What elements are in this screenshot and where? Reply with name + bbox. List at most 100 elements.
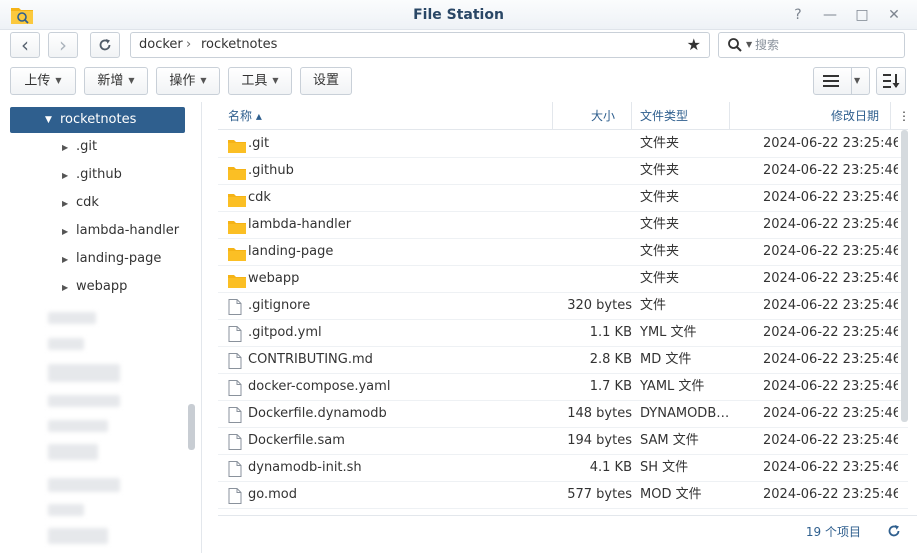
tree-item-label: rocketnotes (60, 112, 137, 127)
file-row[interactable]: Dockerfile.dynamodb 148 bytes DYNAMODB … 20… (218, 401, 908, 428)
sort-button[interactable] (876, 67, 906, 95)
collapsed-arrow-icon[interactable]: ▶ (62, 166, 76, 186)
file-row[interactable]: .github 文件夹 2024-06-22 23:25:46 (218, 158, 908, 185)
file-row[interactable]: cdk 文件夹 2024-06-22 23:25:46 (218, 185, 908, 212)
refresh-icon[interactable] (887, 524, 901, 538)
path-separator-icon: › (186, 37, 192, 52)
collapsed-arrow-icon[interactable]: ▶ (62, 138, 76, 158)
file-type: 文件夹 (640, 244, 680, 259)
file-row[interactable]: dynamodb-init.sh 4.1 KB SH 文件 2024-06-22 23… (218, 455, 908, 482)
create-button[interactable]: 新增 ▼ (84, 67, 148, 95)
column-options-icon[interactable]: ⋮ (898, 102, 908, 130)
item-count: 19 个项目 (805, 525, 861, 539)
search-input[interactable] (755, 36, 895, 54)
file-row[interactable]: CONTRIBUTING.md 2.8 KB MD 文件 2024-06-22 23:… (218, 347, 908, 374)
file-row[interactable]: .git 文件夹 2024-06-22 23:25:46 (218, 131, 908, 158)
file-name: .gitignore (248, 298, 311, 313)
chevron-down-icon: ▼ (55, 76, 62, 85)
search-icon[interactable] (727, 37, 743, 53)
file-row[interactable]: lambda-handler 文件夹 2024-06-22 23:25:46 (218, 212, 908, 239)
upload-button[interactable]: 上传 ▼ (10, 67, 76, 95)
redacted-tree-item (48, 478, 120, 492)
collapsed-arrow-icon[interactable]: ▶ (62, 278, 76, 298)
column-header-row: 名称 ▴ 大小 文件类型 修改日期 ⋮ (218, 102, 908, 130)
file-name: landing-page (248, 244, 334, 259)
column-header-type[interactable]: 文件类型 (640, 102, 688, 130)
expanded-arrow-icon[interactable]: ▼ (45, 107, 52, 133)
status-bar: 19 个项目 (218, 515, 917, 553)
file-size: 1.1 KB (589, 325, 632, 340)
file-modified-date: 2024-06-22 23:25:46 (763, 433, 898, 448)
path-segment-rocketnotes[interactable]: rocketnotes (201, 33, 277, 57)
redacted-tree-item (48, 338, 84, 350)
collapsed-arrow-icon[interactable]: ▶ (62, 250, 76, 270)
file-row[interactable]: .gitignore 320 bytes 文件 2024-06-22 23:25:46 (218, 293, 908, 320)
window-title: File Station (413, 7, 504, 23)
chevron-down-icon: ▼ (272, 76, 279, 85)
redacted-tree-item (48, 504, 84, 516)
file-type: 文件夹 (640, 190, 680, 205)
file-name: lambda-handler (248, 217, 352, 232)
back-button[interactable]: ‹ (10, 32, 40, 58)
search-box[interactable]: ▼ (718, 32, 905, 58)
collapsed-arrow-icon[interactable]: ▶ (62, 222, 76, 242)
tree-item-landing-page[interactable]: ▶ landing-page (62, 249, 161, 269)
file-name: go.mod (248, 487, 297, 502)
tree-item-webapp[interactable]: ▶ webapp (62, 277, 127, 297)
settings-button[interactable]: 设置 (300, 67, 352, 95)
file-type: 文件夹 (640, 271, 680, 286)
chevron-right-icon: › (59, 33, 67, 57)
column-header-name[interactable]: 名称 ▴ (228, 102, 262, 130)
tree-item-github[interactable]: ▶ .github (62, 165, 122, 185)
column-header-size[interactable]: 大小 (591, 102, 615, 130)
file-row[interactable]: go.mod 577 bytes MOD 文件 2024-06-22 23:25:46 (218, 482, 908, 509)
refresh-button[interactable] (90, 32, 120, 58)
file-row[interactable]: landing-page 文件夹 2024-06-22 23:25:46 (218, 239, 908, 266)
tree-item-lambda-handler[interactable]: ▶ lambda-handler (62, 221, 179, 241)
forward-button[interactable]: › (48, 32, 78, 58)
file-row[interactable]: docker-compose.yaml 1.7 KB YAML 文件 2024-06-… (218, 374, 908, 401)
column-divider[interactable] (729, 102, 730, 130)
title-bar: File Station ? — □ ✕ (0, 0, 917, 30)
file-modified-date: 2024-06-22 23:25:46 (763, 487, 898, 502)
tree-item-rocketnotes[interactable]: ▼ rocketnotes (10, 107, 185, 133)
file-size: 577 bytes (567, 487, 632, 502)
redacted-tree-item (48, 395, 120, 407)
action-button[interactable]: 操作 ▼ (156, 67, 220, 95)
folder-tree: ▼ rocketnotes ▶ .git ▶ .github ▶ cdk ▶ lambd… (0, 102, 202, 553)
view-mode-button[interactable]: ▼ (813, 67, 870, 95)
path-bar[interactable]: docker › rocketnotes ★ (130, 32, 710, 58)
tools-button[interactable]: 工具 ▼ (228, 67, 292, 95)
collapsed-arrow-icon[interactable]: ▶ (62, 194, 76, 214)
sidebar-scrollbar[interactable] (188, 404, 195, 450)
file-row[interactable]: Dockerfile.sam 194 bytes SAM 文件 2024-06-22 … (218, 428, 908, 455)
file-type: YML 文件 (640, 325, 697, 340)
file-type: YAML 文件 (640, 379, 705, 394)
favorite-star-icon[interactable]: ★ (687, 33, 701, 57)
file-name: .github (248, 163, 294, 178)
file-modified-date: 2024-06-22 23:25:46 (763, 190, 898, 205)
file-modified-date: 2024-06-22 23:25:46 (763, 271, 898, 286)
chevron-down-icon[interactable]: ▼ (746, 33, 752, 57)
file-size: 320 bytes (567, 298, 632, 313)
file-name: .gitpod.yml (248, 325, 322, 340)
list-view-icon (823, 75, 839, 87)
file-type: MD 文件 (640, 352, 692, 367)
minimize-button[interactable]: — (820, 5, 840, 25)
file-list-scrollbar[interactable] (901, 130, 908, 422)
close-button[interactable]: ✕ (884, 5, 904, 25)
column-header-date[interactable]: 修改日期 (831, 102, 879, 130)
tree-item-git[interactable]: ▶ .git (62, 137, 97, 157)
help-button[interactable]: ? (788, 5, 808, 25)
file-row[interactable]: .gitpod.yml 1.1 KB YML 文件 2024-06-22 23:25:… (218, 320, 908, 347)
column-divider[interactable] (552, 102, 553, 130)
column-divider[interactable] (890, 102, 891, 130)
maximize-button[interactable]: □ (852, 5, 872, 25)
path-segment-docker[interactable]: docker (139, 33, 183, 57)
file-row[interactable]: webapp 文件夹 2024-06-22 23:25:46 (218, 266, 908, 293)
tree-item-cdk[interactable]: ▶ cdk (62, 193, 99, 213)
column-divider[interactable] (631, 102, 632, 130)
file-type: SAM 文件 (640, 433, 699, 448)
sort-icon (883, 74, 900, 88)
file-size: 2.8 KB (589, 352, 632, 367)
